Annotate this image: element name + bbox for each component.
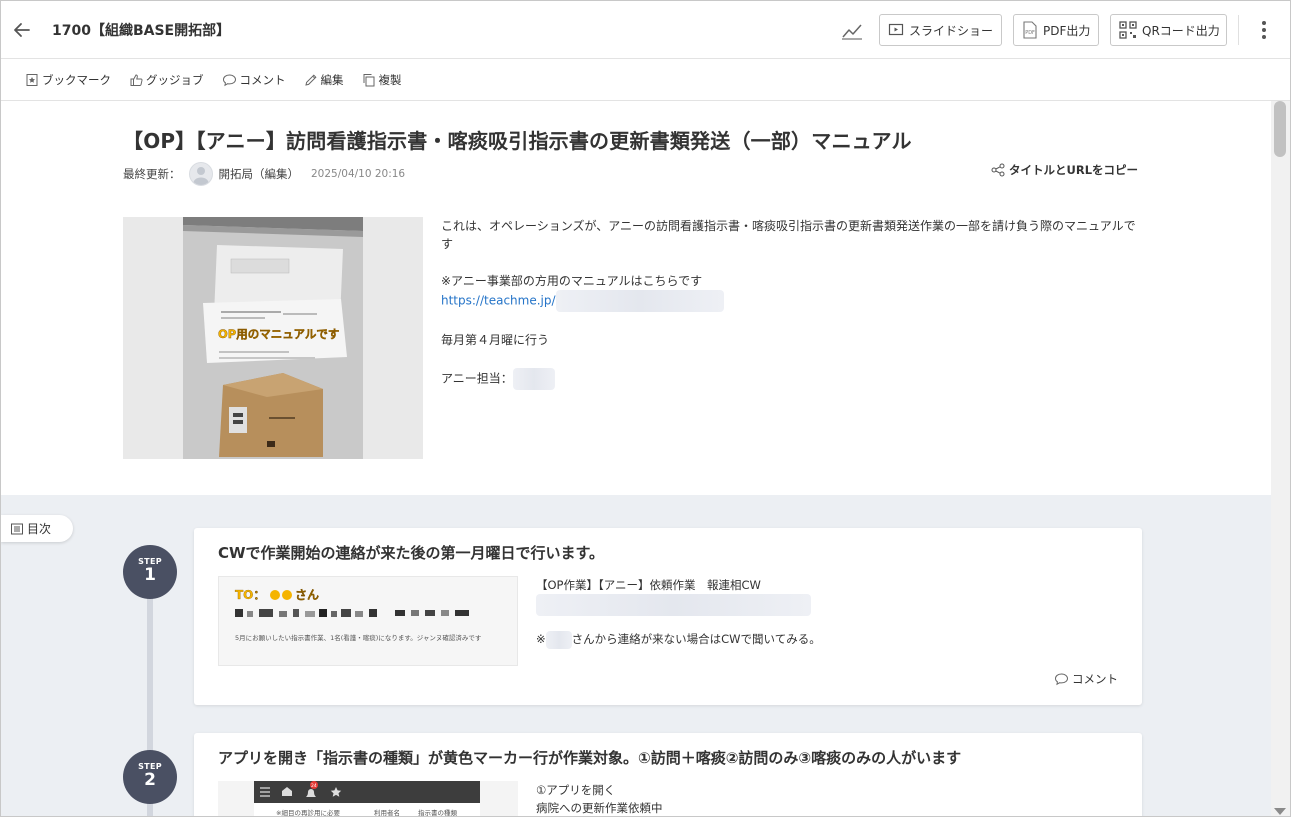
more-menu-icon[interactable] [1256,17,1272,43]
toc-label: 目次 [27,522,52,536]
app-window: 1700【組織BASE開拓部】 スライドショー PDF PDF出力 QRコード出… [0,0,1291,817]
step-1-badge: STEP 1 [123,545,177,599]
bookmark-label: ブックマーク [42,72,111,87]
step-2-number: 2 [144,770,156,790]
scroll-down-arrow-icon[interactable] [1274,808,1286,815]
header-divider [1238,15,1239,45]
step-2-screenshot: 24 ※細目の再診用に必要 利用者名 指示書の種類 [218,781,518,817]
qr-label: QRコード出力 [1142,23,1220,38]
goodjob-button[interactable]: グッジョブ [129,72,204,88]
steps-area: 目次 STEP 1 CWで作業開始の連絡が来た後の第一月曜日で行います。 TO：… [1,495,1271,817]
step-1-name-label: さん [295,588,319,602]
duplicate-label: 複製 [378,72,402,87]
step-1-text: 【OP作業】【アニー】依頼作業 報連相CW ※ さんから連絡が来ない場合はCWで聞… [536,576,821,649]
step-2-badge-count: 24 [311,783,317,789]
redacted-owner [512,368,555,390]
comment-button[interactable]: コメント [222,72,286,88]
redacted-line [536,594,811,616]
intro-text: これは、オペレーションズが、アニーの訪問看護指示書・喀痰吸引指示書の更新書類発送… [441,217,1141,390]
step-1-card: CWで作業開始の連絡が来た後の第一月曜日で行います。 TO： さん 5月にお願い… [194,528,1142,705]
duplicate-button[interactable]: 複製 [362,72,402,88]
intro-note: ※アニー事業部の方用のマニュアルはこちらです [441,274,703,288]
copy-title-url-button[interactable]: タイトルとURLをコピー [991,162,1138,178]
qr-code-icon [1119,21,1137,39]
manual-link[interactable]: https://teachme.jp/ [441,294,556,308]
step-1-text-line1: 【OP作業】【アニー】依頼作業 報連相CW [536,578,761,592]
hero-image: OP用のマニュアルです [123,217,423,459]
redacted-url [555,290,724,312]
avatar [188,162,213,186]
step-1-number: 1 [144,565,156,585]
action-toolbar: ブックマーク グッジョブ コメント 編集 複製 [1,59,1290,101]
toc-button[interactable]: 目次 [1,515,73,542]
top-header: 1700【組織BASE開拓部】 スライドショー PDF PDF出力 QRコード出… [1,1,1290,59]
step-1-title: CWで作業開始の連絡が来た後の第一月曜日で行います。 [218,544,605,562]
intro-description: これは、オペレーションズが、アニーの訪問看護指示書・喀痰吸引指示書の更新書類発送… [441,219,1136,251]
step-2-text: ①アプリを開く 病院への更新作業依頼中 [536,781,663,816]
step-1-note: さんから連絡が来ない場合はCWで聞いてみる。 [571,632,821,646]
step-2-title: アプリを開き「指示書の種類」が黄色マーカー行が作業対象。①訪問＋喀痰②訪問のみ③… [218,749,962,767]
qr-code-button[interactable]: QRコード出力 [1110,14,1227,46]
author-name[interactable]: 開拓局（編集） [219,166,300,182]
thumbs-up-icon [129,73,143,87]
analytics-chart-icon[interactable] [839,18,865,44]
manual-content: 【OP】【アニー】訪問看護指示書・喀痰吸引指示書の更新書類発送（一部）マニュアル… [1,101,1271,817]
edit-button[interactable]: 編集 [304,72,344,88]
goodjob-label: グッジョブ [146,72,204,87]
pdf-export-button[interactable]: PDF PDF出力 [1013,14,1099,46]
updated-timestamp: 2025/04/10 20:16 [311,168,406,180]
back-arrow-icon[interactable] [11,19,33,41]
edit-label: 編集 [320,72,344,87]
document-title: 【OP】【アニー】訪問看護指示書・喀痰吸引指示書の更新書類発送（一部）マニュアル [123,129,912,153]
step-1-comment-button[interactable]: コメント [1054,671,1118,687]
hero-overlay-text: OP用のマニュアルです [218,327,339,341]
step-1-comment-label: コメント [1072,672,1118,686]
redacted-name [545,630,572,649]
slideshow-icon [888,22,904,38]
schedule-text: 毎月第４月曜に行う [441,333,550,347]
step-2-card: アプリを開き「指示書の種類」が黄色マーカー行が作業対象。①訪問＋喀痰②訪問のみ③… [194,733,1142,817]
speech-bubble-icon [1054,672,1069,686]
comment-label: コメント [239,72,286,87]
pencil-icon [304,73,318,87]
share-icon [991,163,1005,177]
svg-text:PDF: PDF [1025,30,1035,36]
step-2-col2: 利用者名 [374,808,400,817]
pdf-file-icon: PDF [1022,21,1038,39]
step-2-col1: ※細目の再診用に必要 [276,808,340,817]
step-1-to-label: TO： [235,588,265,602]
step-1-note-prefix: ※ [536,632,546,646]
hero-photo: OP用のマニュアルです [183,217,363,459]
step-2-badge: STEP 2 [123,750,177,804]
page-title: 1700【組織BASE開拓部】 [52,23,231,39]
vertical-scrollbar[interactable] [1271,101,1290,816]
last-updated-label: 最終更新： [123,167,181,181]
scrollbar-thumb[interactable] [1274,101,1286,157]
step-2-text-line2: 病院への更新作業依頼中 [536,801,663,815]
slideshow-label: スライドショー [909,23,994,38]
bookmark-button[interactable]: ブックマーク [25,72,111,88]
copy-link-label: タイトルとURLをコピー [1009,163,1139,177]
owner-label: アニー担当： [441,371,513,386]
speech-bubble-icon [222,73,237,87]
list-icon [10,522,24,536]
slideshow-button[interactable]: スライドショー [879,14,1002,46]
step-2-col3: 指示書の種類 [418,808,458,817]
update-meta: 最終更新： 開拓局（編集） 2025/04/10 20:16 [123,161,405,187]
copy-document-icon [362,73,376,87]
step-1-screenshot: TO： さん 5月にお願いしたい指示書作業、1名(看護・喀痰)になります。ジャン… [218,576,518,666]
step-1-screenshot-text: 5月にお願いしたい指示書作業、1名(看護・喀痰)になります。ジャンヌ確認済みです [235,633,482,642]
step-2-text-line1: ①アプリを開く [536,783,616,797]
bookmark-icon [25,73,39,87]
pdf-label: PDF出力 [1043,23,1091,38]
